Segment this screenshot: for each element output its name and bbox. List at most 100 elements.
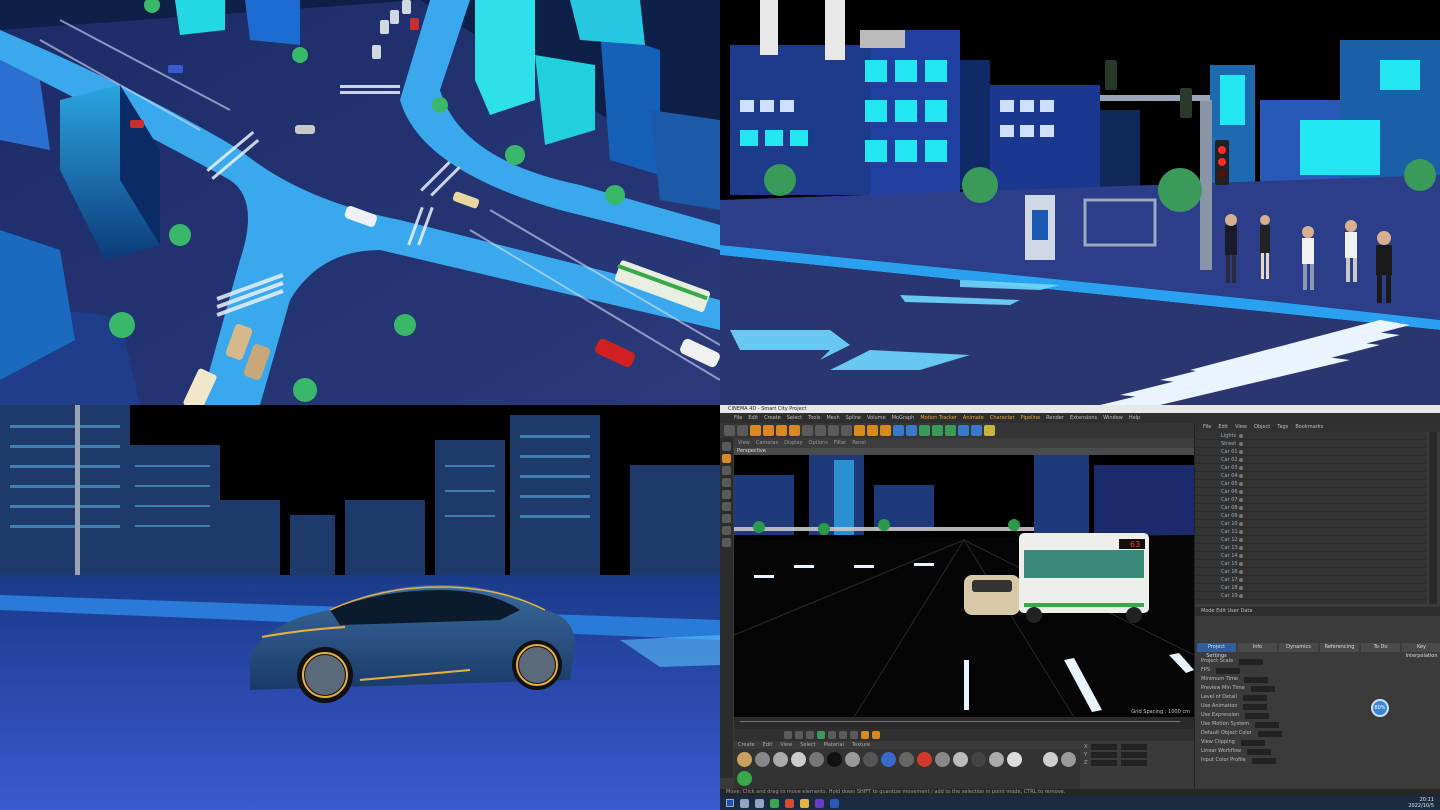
object-row[interactable]: Car 16	[1195, 568, 1427, 576]
object-row[interactable]: Lights	[1195, 432, 1427, 440]
next-key-icon[interactable]	[839, 731, 847, 739]
tab-info[interactable]: Info	[1238, 643, 1277, 652]
material-swatch[interactable]	[881, 752, 896, 767]
material-swatch[interactable]	[1061, 752, 1076, 767]
light-icon[interactable]	[984, 425, 995, 436]
mat-menu-view[interactable]: View	[780, 741, 792, 749]
object-row[interactable]: Car 06	[1195, 488, 1427, 496]
object-list-scrollbar[interactable]	[1429, 432, 1437, 604]
coord-x-field[interactable]	[1091, 744, 1118, 750]
undo-icon[interactable]	[724, 425, 735, 436]
locked-workplane-icon[interactable]	[722, 538, 731, 547]
vp-menu-filter[interactable]: Filter	[834, 438, 846, 448]
edges-mode-icon[interactable]	[722, 490, 731, 499]
cinema4d-icon[interactable]	[830, 798, 839, 808]
axis-y-icon[interactable]	[815, 425, 826, 436]
attr-dropdown[interactable]	[1251, 758, 1276, 764]
coord-y-size-field[interactable]	[1121, 752, 1148, 758]
material-swatch[interactable]	[737, 752, 752, 767]
attr-field[interactable]	[1239, 659, 1264, 665]
coord-system-icon[interactable]	[841, 425, 852, 436]
rotate-icon[interactable]	[789, 425, 800, 436]
object-row[interactable]: Car 01	[1195, 448, 1427, 456]
attr-field[interactable]	[1242, 695, 1267, 701]
attr-field[interactable]	[1250, 686, 1275, 692]
menu-create[interactable]: Create	[764, 413, 781, 423]
go-end-icon[interactable]	[850, 731, 858, 739]
render-view-icon[interactable]	[854, 425, 865, 436]
object-row[interactable]: Car 08	[1195, 504, 1427, 512]
object-row[interactable]: Car 09	[1195, 512, 1427, 520]
select-icon[interactable]	[750, 425, 761, 436]
tab-todo[interactable]: To Do	[1361, 643, 1400, 652]
snap-icon[interactable]	[722, 514, 731, 523]
material-swatch[interactable]	[809, 752, 824, 767]
mat-menu-edit[interactable]: Edit	[763, 741, 773, 749]
menu-pipeline[interactable]: Pipeline	[1021, 413, 1041, 423]
material-swatch[interactable]	[989, 752, 1004, 767]
object-row[interactable]: Car 19	[1195, 592, 1427, 600]
menu-window[interactable]: Window	[1103, 413, 1123, 423]
om-menu-edit[interactable]: Edit	[1218, 423, 1228, 432]
material-swatch[interactable]	[1025, 752, 1040, 767]
search-icon[interactable]	[740, 798, 749, 808]
object-row[interactable]: Car 11	[1195, 528, 1427, 536]
attr-checkbox[interactable]	[1247, 749, 1272, 755]
timeline-ruler[interactable]	[734, 717, 1194, 729]
mat-menu-create[interactable]: Create	[738, 741, 755, 749]
object-row[interactable]: Car 17	[1195, 576, 1427, 584]
object-row[interactable]: Car 13	[1195, 544, 1427, 552]
menu-file[interactable]: File	[734, 413, 742, 423]
start-icon[interactable]	[726, 799, 734, 807]
vp-menu-display[interactable]: Display	[784, 438, 802, 448]
object-row[interactable]: Car 14	[1195, 552, 1427, 560]
material-swatch[interactable]	[917, 752, 932, 767]
prev-key-icon[interactable]	[795, 731, 803, 739]
task-view-icon[interactable]	[755, 798, 764, 808]
material-swatch[interactable]	[827, 752, 842, 767]
om-menu-file[interactable]: File	[1203, 423, 1211, 432]
attr-field[interactable]	[1216, 668, 1241, 674]
menu-render[interactable]: Render	[1046, 413, 1064, 423]
move-icon[interactable]	[763, 425, 774, 436]
object-row[interactable]: Car 18	[1195, 584, 1427, 592]
tab-project-settings[interactable]: Project Settings	[1197, 643, 1236, 659]
coord-y-field[interactable]	[1091, 752, 1118, 758]
attr-checkbox[interactable]	[1243, 704, 1268, 710]
coord-z-field[interactable]	[1091, 760, 1118, 766]
material-swatch[interactable]	[737, 770, 752, 786]
attr-dropdown[interactable]	[1240, 740, 1265, 746]
zoom-badge[interactable]: 80%	[1371, 699, 1389, 717]
object-row[interactable]: Car 03	[1195, 464, 1427, 472]
vp-menu-cameras[interactable]: Cameras	[756, 438, 778, 448]
attr-checkbox[interactable]	[1255, 722, 1280, 728]
subdivision-icon[interactable]	[919, 425, 930, 436]
render-settings-icon[interactable]	[880, 425, 891, 436]
autokey-icon[interactable]	[872, 731, 880, 739]
pen-icon[interactable]	[906, 425, 917, 436]
object-row[interactable]: Car 07	[1195, 496, 1427, 504]
material-swatch[interactable]	[899, 752, 914, 767]
object-row[interactable]: Car 12	[1195, 536, 1427, 544]
floor-icon[interactable]	[958, 425, 969, 436]
axis-x-icon[interactable]	[802, 425, 813, 436]
mat-menu-texture[interactable]: Texture	[852, 741, 870, 749]
deformer-icon[interactable]	[945, 425, 956, 436]
om-menu-view[interactable]: View	[1235, 423, 1247, 432]
render-picture-icon[interactable]	[867, 425, 878, 436]
folder-icon[interactable]	[800, 798, 809, 808]
record-icon[interactable]	[861, 731, 869, 739]
object-row[interactable]: Street	[1195, 440, 1427, 448]
go-start-icon[interactable]	[784, 731, 792, 739]
mat-menu-material[interactable]: Material	[824, 741, 844, 749]
material-swatch[interactable]	[1043, 752, 1058, 767]
menu-character[interactable]: Character	[990, 413, 1015, 423]
redo-icon[interactable]	[737, 425, 748, 436]
attr-checkbox[interactable]	[1245, 713, 1270, 719]
mat-menu-select[interactable]: Select	[800, 741, 815, 749]
material-swatch[interactable]	[863, 752, 878, 767]
material-swatch[interactable]	[953, 752, 968, 767]
attr-dropdown[interactable]	[1257, 731, 1282, 737]
attr-field[interactable]	[1244, 677, 1268, 683]
material-swatch[interactable]	[1007, 752, 1022, 767]
